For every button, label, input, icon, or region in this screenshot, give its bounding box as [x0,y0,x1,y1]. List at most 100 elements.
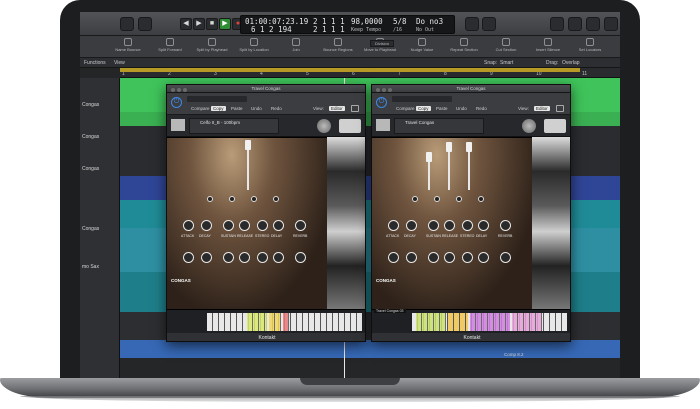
knob[interactable] [444,220,455,231]
volume-fader[interactable] [247,150,249,190]
instrument-header[interactable]: Travel Congas [394,118,484,134]
small-knob[interactable] [434,196,440,202]
drag-value[interactable]: Overlap [562,58,580,68]
loop-browser-icon[interactable] [586,17,600,31]
knob[interactable] [273,220,284,231]
knob[interactable] [406,252,417,263]
instrument-header[interactable]: Celfo II_B - 100bpm [189,118,279,134]
fader-cap[interactable] [426,152,432,162]
tune-knob[interactable] [522,119,536,133]
play-button[interactable]: ▶ [219,18,231,30]
division-selector[interactable]: Division [370,40,394,47]
small-knob[interactable] [207,196,213,202]
fader-cap[interactable] [466,142,472,152]
link-icon[interactable] [351,105,359,112]
tool-button[interactable]: Repeat Section [444,38,484,52]
knob[interactable] [444,252,455,263]
power-icon[interactable]: ⏻ [376,97,387,108]
stop-button[interactable]: ■ [206,18,218,30]
small-knob[interactable] [273,196,279,202]
plugin-title-bar[interactable]: Travel Congas [167,85,365,93]
snap-value[interactable]: Smart [500,58,513,68]
knob[interactable] [223,252,234,263]
cycle-icon[interactable] [465,17,479,31]
knob[interactable] [201,252,212,263]
tool-button[interactable]: Insert Silence [528,38,568,52]
knob[interactable] [257,252,268,263]
knob[interactable] [406,220,417,231]
knob[interactable] [295,252,306,263]
knob[interactable] [478,220,489,231]
plugin-menu-redo[interactable]: Redo [271,106,282,111]
forward-button[interactable]: ▶ [193,18,205,30]
tune-knob[interactable] [317,119,331,133]
knob[interactable] [183,220,194,231]
inspector-icon[interactable] [138,17,152,31]
fader[interactable] [448,152,450,190]
small-knob[interactable] [456,196,462,202]
small-knob[interactable] [478,196,484,202]
metronome-icon[interactable] [482,17,496,31]
tool-button[interactable]: Name Bounce [108,38,148,52]
track-name[interactable]: Congas [82,134,99,140]
plugin-menu-redo[interactable]: Redo [476,106,487,111]
plugin-menu-undo[interactable]: Undo [456,106,467,111]
editor-button[interactable]: Editor [329,106,345,111]
plugin-menu-paste[interactable]: Paste [231,106,243,111]
knob[interactable] [428,252,439,263]
preset-field[interactable] [392,96,452,102]
plugin-window[interactable]: Travel Congas ⏻ Compare Copy Paste Undo Redo… [166,84,366,342]
plugin-menu-copy[interactable]: Copy [416,106,431,111]
notepad-icon[interactable] [568,17,582,31]
view-menu[interactable]: View [114,58,125,68]
instrument-tab[interactable]: Travel Congas 03 [374,309,406,313]
editor-button[interactable]: Editor [534,106,550,111]
small-knob[interactable] [229,196,235,202]
lcd-display[interactable]: 01:00:07:23.19 6 1 2 194 2 1 1 1 2 1 1 1… [240,15,455,34]
list-editors-icon[interactable] [550,17,564,31]
link-icon[interactable] [556,105,564,112]
knob[interactable] [201,220,212,231]
piano-keyboard[interactable] [412,313,567,331]
small-knob[interactable] [412,196,418,202]
plugin-menu-undo[interactable]: Undo [251,106,262,111]
small-knob[interactable] [251,196,257,202]
track-name[interactable]: Congas [82,102,99,108]
track-name[interactable]: Congas [82,166,99,172]
knob[interactable] [239,220,250,231]
plugin-menu-compare[interactable]: Compare [191,106,210,111]
tool-button[interactable]: Cut Section [486,38,526,52]
plugin-menu-paste[interactable]: Paste [436,106,448,111]
knob[interactable] [223,220,234,231]
library-icon[interactable] [120,17,134,31]
tool-button[interactable]: Nudge Value [402,38,442,52]
tool-button[interactable]: Split by Location [234,38,274,52]
knob[interactable] [388,220,399,231]
piano-keyboard[interactable] [207,313,362,331]
plugin-menu-copy[interactable]: Copy [211,106,226,111]
cycle-region[interactable] [120,68,580,72]
knob[interactable] [388,252,399,263]
knob[interactable] [462,252,473,263]
preset-field[interactable] [187,96,247,102]
fader-cap[interactable] [245,140,251,150]
functions-menu[interactable]: Functions [84,58,106,68]
knob[interactable] [500,252,511,263]
knob[interactable] [500,220,511,231]
fader[interactable] [468,152,470,190]
knob[interactable] [183,252,194,263]
knob[interactable] [239,252,250,263]
tool-button[interactable]: Join [276,38,316,52]
tool-button[interactable]: Split Forward [150,38,190,52]
track-name[interactable]: Congas [82,226,99,232]
plugin-window[interactable]: Travel Congas ⏻ Compare Copy Paste Undo Redo… [371,84,571,342]
track-name[interactable]: mo Sax [82,264,99,270]
knob[interactable] [462,220,473,231]
knob[interactable] [428,220,439,231]
knob[interactable] [257,220,268,231]
plugin-title-bar[interactable]: Travel Congas [372,85,570,93]
tool-button[interactable]: Bounce Regions [318,38,358,52]
region-blue[interactable] [120,340,620,358]
plugin-menu-compare[interactable]: Compare [396,106,415,111]
power-icon[interactable]: ⏻ [171,97,182,108]
